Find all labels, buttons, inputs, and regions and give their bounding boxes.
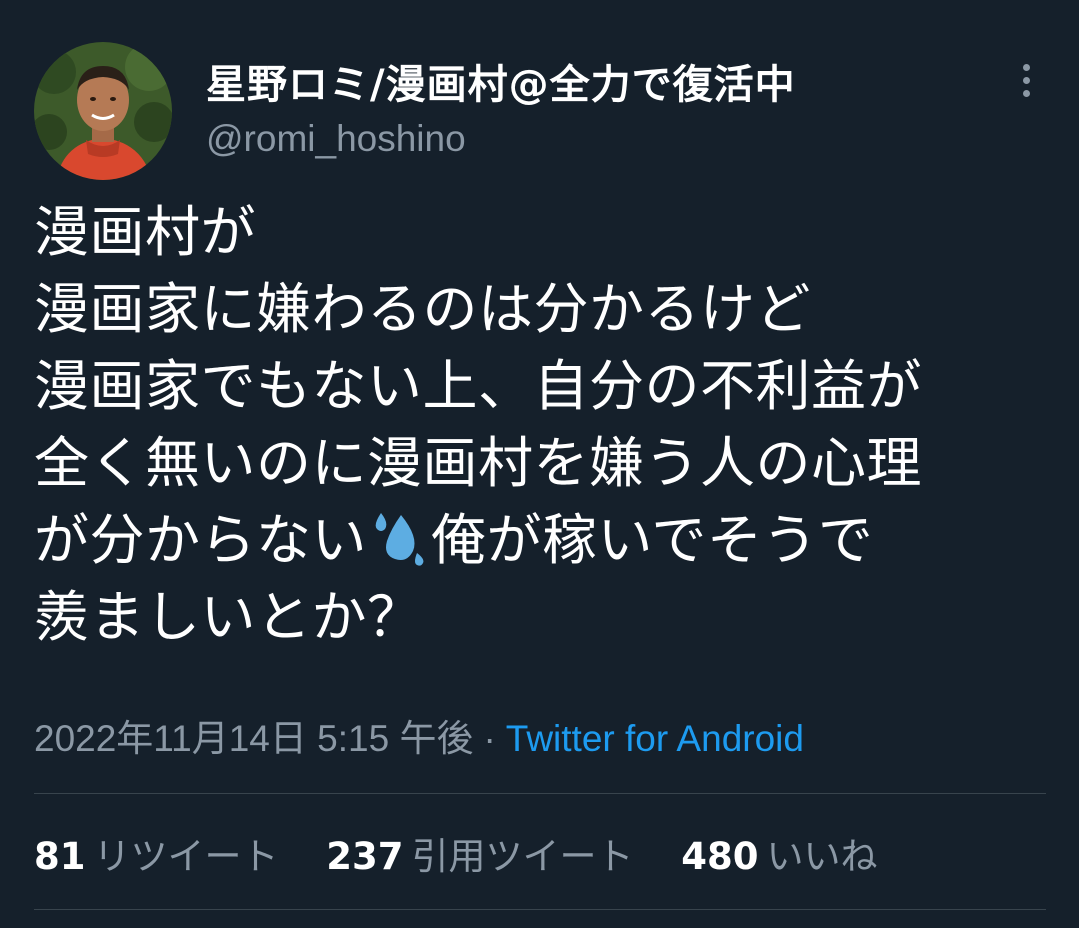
divider xyxy=(34,909,1046,910)
dot xyxy=(1022,63,1030,71)
avatar-image xyxy=(34,42,172,180)
more-options-icon[interactable] xyxy=(1006,58,1046,102)
quotes-count: 237 xyxy=(326,835,404,878)
tweet-line: 漫画村が xyxy=(34,200,257,264)
tweet-source-link[interactable]: Twitter for Android xyxy=(506,718,804,759)
retweets-stat[interactable]: 81 リツイート xyxy=(34,826,279,880)
tweet-line: 漫画家に嫌わるのは分かるけど xyxy=(34,277,812,341)
divider xyxy=(34,793,1046,794)
display-name[interactable]: 星野ロミ/漫画村@全力で復活中 xyxy=(206,52,796,110)
retweets-count: 81 xyxy=(34,835,86,878)
tweet-text: 漫画村が 漫画家に嫌わるのは分かるけど 漫画家でもない上、自分の不利益が 全く無… xyxy=(34,194,1064,656)
likes-label: いいね xyxy=(766,835,878,878)
tweet-line: 全く無いのに漫画村を嫌う人の心理 xyxy=(34,431,923,495)
tweet-line: 羨ましいとか？ xyxy=(34,585,423,649)
sweat-droplets-icon xyxy=(367,509,431,567)
dot xyxy=(1022,89,1030,97)
retweets-label: リツイート xyxy=(93,835,279,878)
likes-stat[interactable]: 480 いいね xyxy=(681,826,877,880)
meta-separator: · xyxy=(483,718,496,759)
quotes-stat[interactable]: 237 引用ツイート xyxy=(326,826,633,880)
tweet-meta: 2022年11月14日 5:15 午後 · Twitter for Android xyxy=(34,708,804,762)
tweet-detail: 星野ロミ/漫画村@全力で復活中 @romi_hoshino 漫画村が 漫画家に嫌… xyxy=(0,0,1079,928)
quotes-label: 引用ツイート xyxy=(411,835,634,878)
dot xyxy=(1022,76,1030,84)
tweet-line: 漫画家でもない上、自分の不利益が xyxy=(34,354,923,418)
tweet-line-part: 俺が稼いでそうで xyxy=(431,508,874,572)
tweet-stats: 81 リツイート 237 引用ツイート 480 いいね xyxy=(34,826,914,880)
avatar[interactable] xyxy=(34,42,172,180)
tweet-timestamp[interactable]: 2022年11月14日 5:15 午後 xyxy=(34,718,473,759)
likes-count: 480 xyxy=(681,835,759,878)
user-handle[interactable]: @romi_hoshino xyxy=(206,118,466,160)
tweet-line-with-emoji: が分からない 俺が稼いでそうで xyxy=(34,502,1064,579)
tweet-line-part: が分からない xyxy=(34,508,368,572)
